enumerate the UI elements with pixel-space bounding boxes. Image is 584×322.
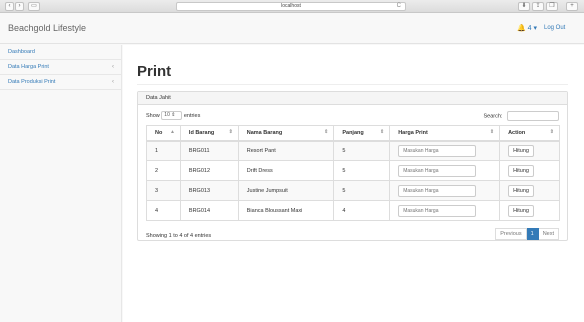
sidebar-item-label: Dashboard: [8, 49, 35, 55]
column-header-panjang[interactable]: Panjang ⇕: [333, 125, 390, 142]
sort-icon: ⇕: [489, 129, 495, 135]
column-header-nama-barang[interactable]: Nama Barang ⇕: [237, 125, 334, 142]
cell-harga-print: [389, 140, 500, 161]
forward-icon[interactable]: ›: [15, 2, 24, 11]
share-icon[interactable]: ⇪: [532, 2, 544, 11]
new-tab-icon[interactable]: +: [566, 2, 578, 11]
harga-print-input[interactable]: [398, 164, 477, 177]
pagination: Previous 1 Next: [495, 228, 559, 240]
sidebar-item-data-harga-print[interactable]: Data Harga Print ‹: [0, 60, 121, 75]
logout-link[interactable]: Log Out: [544, 25, 565, 31]
cell-harga-print: [389, 180, 500, 201]
cell-panjang: 5: [333, 140, 390, 161]
cell-nama-barang: Resort Pant: [237, 140, 334, 161]
sort-icon: ⇕: [324, 129, 329, 135]
entries-label: entries: [183, 113, 201, 119]
cell-nama-barang: Justine Jumpsuit: [237, 180, 334, 201]
cell-id-barang: BRG014: [179, 200, 239, 221]
cell-id-barang: BRG012: [179, 160, 239, 181]
cell-panjang: 5: [333, 180, 390, 201]
cell-nama-barang: Bianca Bloussant Maxi: [237, 200, 334, 221]
url-text: localhost: [281, 3, 301, 9]
cell-action: Hitung: [499, 200, 560, 221]
entries-select[interactable]: 10 ⇕: [161, 111, 183, 121]
cell-panjang: 4: [333, 200, 390, 221]
search-label: Search:: [483, 113, 503, 120]
cell-action: Hitung: [499, 180, 560, 201]
cell-no: 4: [146, 200, 181, 221]
search-input[interactable]: [507, 111, 559, 121]
next-button[interactable]: Next: [538, 228, 559, 240]
cell-action: Hitung: [499, 160, 560, 181]
sidebar-item-data-produksi-print[interactable]: Data Produksi Print ‹: [0, 75, 121, 90]
table-row: 2 BRG012 Drift Dress 5 Hitung: [146, 160, 560, 181]
notifications-dropdown[interactable]: 🔔 4 ▾: [517, 24, 537, 32]
reload-icon[interactable]: C: [397, 3, 401, 10]
hitung-button[interactable]: Hitung: [508, 184, 534, 197]
search-control: Search:: [483, 111, 559, 121]
sort-asc-icon: ▲: [169, 129, 175, 135]
brand-title[interactable]: Beachgold Lifestyle: [8, 23, 86, 33]
divider: [137, 84, 568, 85]
column-header-action[interactable]: Action ⇕: [499, 125, 560, 142]
cell-no: 2: [146, 160, 181, 181]
data-table: No ▲ Id Barang ⇕ Nama Barang ⇕ Panjang ⇕ Har…: [146, 125, 560, 221]
back-icon[interactable]: ‹: [5, 2, 14, 11]
page-1-button[interactable]: 1: [526, 228, 539, 240]
cell-harga-print: [389, 160, 500, 181]
sort-icon: ⇕: [380, 129, 385, 135]
show-label: Show: [146, 113, 160, 119]
sidebar-item-dashboard[interactable]: Dashboard: [0, 45, 121, 60]
table-row: 4 BRG014 Bianca Bloussant Maxi 4 Hitung: [146, 200, 560, 221]
sidebar-item-label: Data Harga Print: [8, 64, 49, 70]
hitung-button[interactable]: Hitung: [508, 164, 534, 177]
tabs-icon[interactable]: ❐: [546, 2, 558, 11]
table-row: 1 BRG011 Resort Pant 5 Hitung: [146, 140, 560, 161]
cell-harga-print: [389, 200, 500, 221]
cell-id-barang: BRG011: [179, 140, 239, 161]
hitung-button[interactable]: Hitung: [508, 204, 534, 217]
page-title: Print: [137, 63, 172, 80]
notification-count: 4: [527, 25, 532, 32]
previous-button[interactable]: Previous: [495, 228, 527, 240]
bell-icon: 🔔: [517, 25, 526, 32]
harga-print-input[interactable]: [398, 204, 477, 217]
url-bar[interactable]: localhost C: [176, 2, 406, 11]
cell-panjang: 5: [333, 160, 390, 181]
sort-icon: ⇕: [549, 129, 554, 135]
chevron-left-icon: ‹: [112, 64, 114, 70]
chevron-left-icon: ‹: [112, 79, 114, 85]
table-row: 3 BRG013 Justine Jumpsuit 5 Hitung: [146, 180, 560, 201]
cell-id-barang: BRG013: [179, 180, 239, 201]
cell-nama-barang: Drift Dress: [237, 160, 334, 181]
harga-print-input[interactable]: [398, 144, 477, 157]
cell-no: 3: [146, 180, 181, 201]
table-header-row: No ▲ Id Barang ⇕ Nama Barang ⇕ Panjang ⇕ Har…: [146, 125, 560, 142]
column-header-id-barang[interactable]: Id Barang ⇕: [179, 125, 239, 142]
caret-down-icon: ▾: [533, 25, 538, 32]
top-navbar: Beachgold Lifestyle 🔔 4 ▾ Log Out: [0, 14, 584, 44]
sort-icon: ⇕: [228, 129, 233, 135]
column-header-harga-print[interactable]: Harga Print ⇕: [389, 125, 500, 142]
browser-toolbar: ‹ › ▭ localhost C ⬇ ⇪ ❐ +: [0, 0, 584, 13]
panel-heading: Data Jahit: [138, 92, 567, 105]
column-header-no[interactable]: No ▲: [146, 125, 181, 142]
sidebar: Dashboard Data Harga Print ‹ Data Produk…: [0, 45, 122, 322]
cell-action: Hitung: [499, 140, 560, 161]
download-icon[interactable]: ⬇: [518, 2, 530, 11]
sidebar-toggle-icon[interactable]: ▭: [28, 2, 40, 11]
data-panel: Data Jahit Show 10 ⇕ entries Search: No ▲…: [137, 91, 568, 241]
entries-value: 10: [164, 112, 170, 119]
cell-no: 1: [146, 140, 181, 161]
table-info: Showing 1 to 4 of 4 entries: [146, 233, 212, 239]
entries-length-control: Show 10 ⇕ entries: [146, 111, 200, 121]
sidebar-item-label: Data Produksi Print: [8, 79, 56, 85]
hitung-button[interactable]: Hitung: [508, 144, 534, 157]
harga-print-input[interactable]: [398, 184, 477, 197]
main-content: Print Data Jahit Show 10 ⇕ entries Searc…: [123, 45, 584, 322]
